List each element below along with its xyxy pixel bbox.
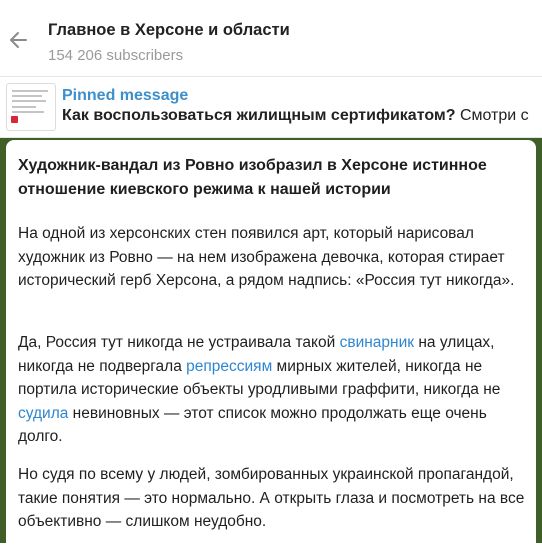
pinned-message-bar[interactable]: Pinned message Как воспользоваться жилищ… [0, 77, 542, 138]
message-paragraph-3: Но судя по всему у людей, зомбированных … [18, 466, 525, 530]
emblem-icon [11, 116, 18, 123]
message-paragraph-1: На одной из херсонских стен появился арт… [18, 225, 515, 289]
pinned-preview-rest: Смотри с [455, 107, 529, 124]
chat-area: Художник-вандал из Ровно изобразил в Хер… [0, 138, 542, 560]
channel-header: Главное в Херсоне и области 154 206 subs… [0, 0, 542, 77]
message-bubble: Художник-вандал из Ровно изобразил в Хер… [6, 140, 536, 560]
text-span: Да, Россия тут никогда не устраивала так… [18, 334, 340, 351]
message-title: Художник-вандал из Ровно изобразил в Хер… [18, 157, 487, 198]
subscriber-count: 154 206 subscribers [48, 47, 184, 64]
pinned-preview-bold: Как воспользоваться жилищным сертификато… [62, 107, 456, 124]
back-button[interactable] [4, 26, 32, 54]
message-paragraph-2: Да, Россия тут никогда не устраивала так… [18, 331, 526, 449]
pinned-label: Pinned message [62, 87, 189, 104]
link-sudila[interactable]: судила [18, 405, 68, 422]
pinned-image-thumbnail [6, 83, 56, 131]
channel-title[interactable]: Главное в Херсоне и области [48, 21, 290, 40]
arrow-left-icon [10, 32, 27, 48]
pinned-preview: Как воспользоваться жилищным сертификато… [62, 107, 529, 125]
link-svinarnik[interactable]: свинарник [340, 334, 414, 351]
link-repressii[interactable]: репрессиям [186, 358, 272, 375]
text-span: невиновных — этот список можно продолжат… [18, 404, 487, 446]
